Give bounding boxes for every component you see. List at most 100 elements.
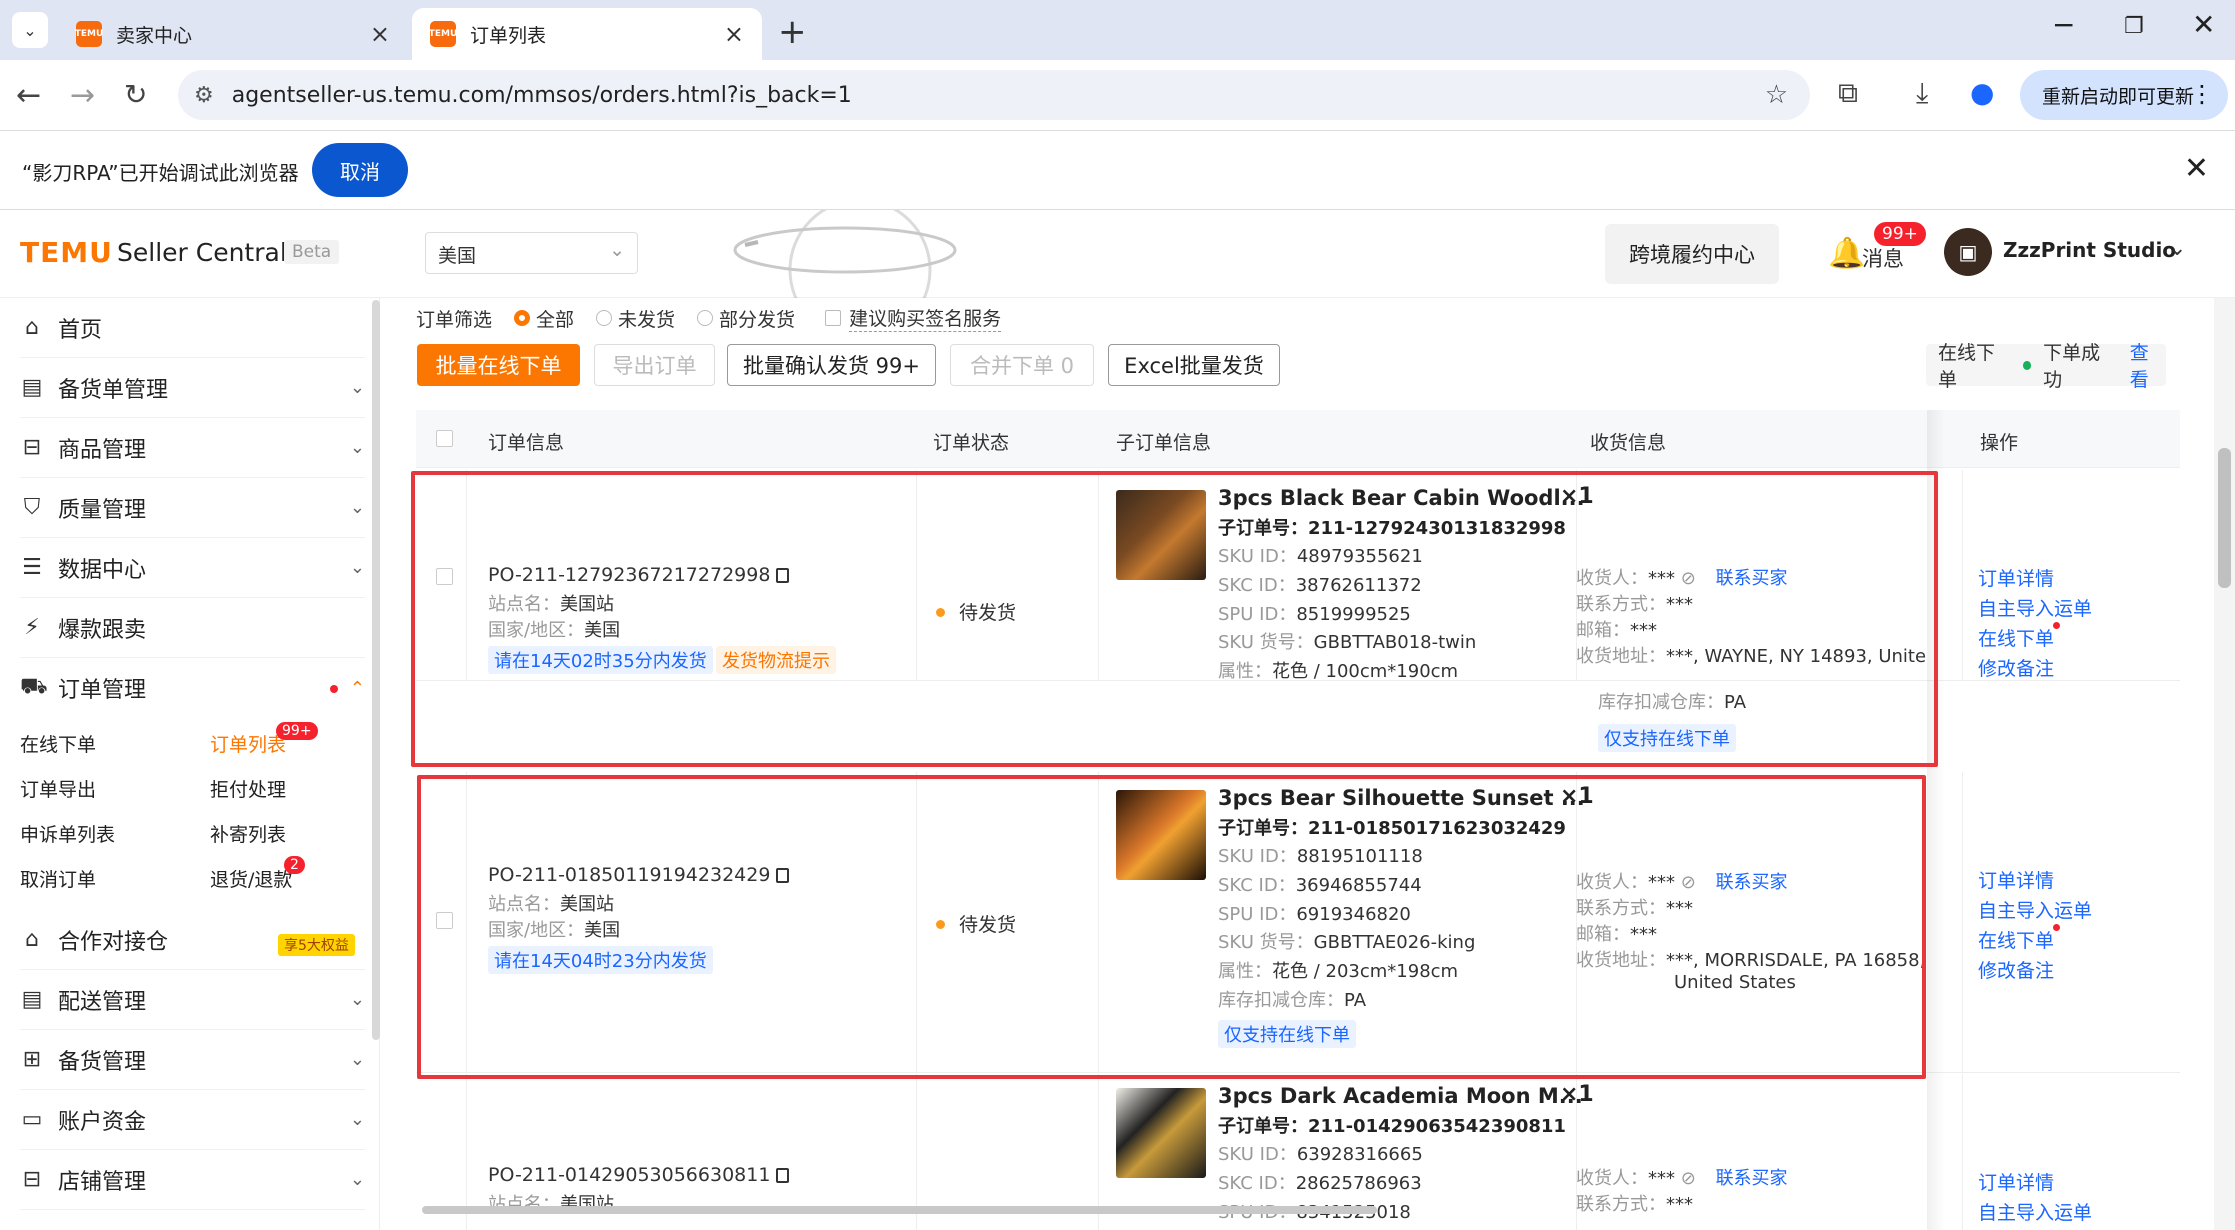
import-waybill-link[interactable]: 自主导入运单: [1978, 594, 2092, 621]
product-title[interactable]: 3pcs Bear Silhouette Sunset ...: [1218, 786, 1585, 810]
radio-all[interactable]: [514, 310, 531, 326]
tab-search-chevron-icon[interactable]: ⌄: [12, 12, 48, 48]
select-all-checkbox[interactable]: [436, 430, 453, 447]
po-text: PO-211-01429053056630811: [488, 1164, 771, 1186]
sidebar-item-label: 订单管理: [58, 678, 147, 703]
sidebar-sub-reject[interactable]: 拒付处理: [210, 775, 286, 802]
edit-note-link[interactable]: 修改备注: [1978, 956, 2054, 983]
sidebar-item-orders[interactable]: ⛟ 订单管理 ⌃: [20, 658, 365, 718]
radio-partial[interactable]: [697, 310, 714, 326]
radio-partial-label[interactable]: 部分发货: [719, 305, 795, 332]
edit-note-link[interactable]: 修改备注: [1978, 654, 2054, 681]
product-title[interactable]: 3pcs Black Bear Cabin Woodl...: [1218, 486, 1585, 510]
extensions-icon[interactable]: ⧉: [1838, 76, 1858, 110]
close-infobar-icon[interactable]: ✕: [2184, 151, 2209, 186]
sidebar-item-stock[interactable]: ⊞ 备货管理 ⌄: [20, 1030, 365, 1090]
new-tab-icon[interactable]: +: [778, 12, 807, 52]
order-detail-link[interactable]: 订单详情: [1978, 1168, 2054, 1195]
col-suborder-info: 子订单信息: [1116, 432, 1212, 454]
minimize-icon[interactable]: −: [2052, 8, 2075, 41]
region-select[interactable]: 美国 ⌄: [425, 232, 638, 274]
eye-hidden-icon[interactable]: ⊘: [1681, 872, 1696, 893]
shop-avatar[interactable]: ▣: [1944, 228, 1992, 276]
bell-icon[interactable]: 🔔: [1828, 236, 1865, 271]
product-thumbnail[interactable]: [1116, 490, 1206, 580]
tab-order-list[interactable]: TEMU 订单列表 ×: [412, 8, 762, 60]
import-waybill-link[interactable]: 自主导入运单: [1978, 1198, 2092, 1225]
copy-icon[interactable]: [776, 568, 790, 583]
cross-border-center-button[interactable]: 跨境履约中心: [1605, 224, 1779, 284]
row-checkbox[interactable]: [436, 912, 453, 929]
menu-dots-icon[interactable]: ⋮: [2190, 80, 2214, 108]
view-status-link[interactable]: 查看: [2130, 338, 2166, 392]
sidebar-item-home[interactable]: ⌂ 首页: [20, 298, 365, 358]
download-icon[interactable]: ⤓: [1916, 76, 1928, 110]
excel-batch-ship-button[interactable]: Excel批量发货: [1108, 344, 1280, 386]
address-bar[interactable]: ⚙ agentseller-us.temu.com/mmsos/orders.h…: [178, 70, 1810, 120]
chevron-down-icon[interactable]: ⌄: [2168, 236, 2186, 261]
copy-icon[interactable]: [776, 1168, 790, 1183]
site-info-icon[interactable]: ⚙: [194, 83, 214, 108]
messages-label[interactable]: 消息: [1862, 243, 1904, 273]
sidebar-sub-appeal[interactable]: 申诉单列表: [20, 820, 115, 847]
sidebar-item-wallet[interactable]: ▭ 账户资金 ⌄: [20, 1090, 365, 1150]
eye-hidden-icon[interactable]: ⊘: [1681, 568, 1696, 589]
batch-online-order-button[interactable]: 批量在线下单: [417, 344, 580, 386]
bookmark-star-icon[interactable]: ☆: [1765, 80, 1788, 110]
online-order-link[interactable]: 在线下单: [1978, 926, 2054, 953]
contact-buyer-link[interactable]: 联系买家: [1716, 568, 1788, 589]
maximize-icon[interactable]: ❐: [2124, 14, 2144, 39]
row-checkbox[interactable]: [436, 568, 453, 585]
batch-confirm-ship-button[interactable]: 批量确认发货 99+: [727, 344, 936, 386]
rpa-cancel-button[interactable]: 取消: [312, 143, 408, 197]
tab-seller-center[interactable]: TEMU 卖家中心 ×: [58, 8, 408, 60]
sidebar-item-products[interactable]: ⊟ 商品管理 ⌄: [20, 418, 365, 478]
sidebar-scrollbar[interactable]: [372, 300, 380, 1040]
sidebar-item-data[interactable]: ☰ 数据中心 ⌄: [20, 538, 365, 598]
sidebar-item-stock-orders[interactable]: ▤ 备货单管理 ⌄: [20, 358, 365, 418]
shop-name[interactable]: ZzzPrint Studio: [2003, 238, 2176, 262]
close-window-icon[interactable]: ✕: [2192, 8, 2215, 41]
sidebar-item-quality[interactable]: ⛉ 质量管理 ⌄: [20, 478, 365, 538]
close-tab-icon[interactable]: ×: [370, 20, 390, 48]
scrollbar-thumb[interactable]: [2218, 448, 2231, 588]
product-thumbnail[interactable]: [1116, 790, 1206, 880]
contact-buyer-link[interactable]: 联系买家: [1716, 1168, 1788, 1189]
profile-icon[interactable]: ●: [1970, 76, 1994, 109]
radio-all-label[interactable]: 全部: [536, 305, 574, 332]
update-button[interactable]: 重新启动即可更新 ⋮: [2020, 70, 2228, 120]
sidebar-sub-order-list[interactable]: 订单列表: [210, 730, 286, 757]
export-orders-button[interactable]: 导出订单: [594, 344, 715, 386]
eye-hidden-icon[interactable]: ⊘: [1681, 1168, 1696, 1189]
sidebar-sub-online-order[interactable]: 在线下单: [20, 730, 96, 757]
product-thumbnail[interactable]: [1116, 1088, 1206, 1178]
sign-service-checkbox[interactable]: [825, 310, 842, 326]
import-waybill-link[interactable]: 自主导入运单: [1978, 896, 2092, 923]
sidebar-sub-cancel[interactable]: 取消订单: [20, 865, 96, 892]
sidebar-sub-refund[interactable]: 退货/退款: [210, 865, 292, 892]
merge-order-button[interactable]: 合并下单 0: [950, 344, 1094, 386]
temu-logo[interactable]: TEMU: [20, 236, 113, 269]
sidebar-item-delivery[interactable]: ▤ 配送管理 ⌄: [20, 970, 365, 1030]
order-detail-link[interactable]: 订单详情: [1978, 564, 2054, 591]
sign-service-label[interactable]: 建议购买签名服务: [849, 304, 1002, 332]
vertical-scrollbar[interactable]: [2214, 298, 2235, 1230]
radio-unshipped-label[interactable]: 未发货: [618, 305, 675, 332]
contact-line: 联系方式：***: [1576, 590, 1693, 616]
online-order-link[interactable]: 在线下单: [1978, 624, 2054, 651]
forward-icon[interactable]: →: [70, 78, 95, 113]
copy-icon[interactable]: [776, 868, 790, 883]
contact-buyer-link[interactable]: 联系买家: [1716, 872, 1788, 893]
order-detail-link[interactable]: 订单详情: [1978, 866, 2054, 893]
sidebar-sub-resend[interactable]: 补寄列表: [210, 820, 286, 847]
sidebar-sub-order-export[interactable]: 订单导出: [20, 775, 96, 802]
horizontal-scrollbar[interactable]: [422, 1206, 1377, 1214]
sidebar-item-hot-follow[interactable]: ⚡ 爆款跟卖: [20, 598, 365, 658]
reload-icon[interactable]: ↻: [124, 78, 147, 111]
close-tab-icon[interactable]: ×: [724, 20, 744, 48]
logistics-tip-tag[interactable]: 发货物流提示: [716, 646, 836, 674]
product-title[interactable]: 3pcs Dark Academia Moon M...: [1218, 1084, 1583, 1108]
radio-unshipped[interactable]: [596, 310, 613, 326]
back-icon[interactable]: ←: [16, 78, 41, 113]
sidebar-item-store[interactable]: ⊟ 店铺管理 ⌄: [20, 1150, 365, 1210]
